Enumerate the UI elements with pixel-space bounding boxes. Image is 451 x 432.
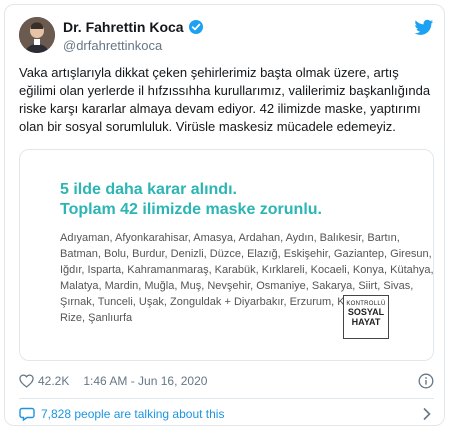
kontrollu-sosyal-hayat-logo: KONTROLLÜ SOSYAL HAYAT — [343, 295, 389, 339]
conversation-link[interactable]: 7,828 people are talking about this — [19, 403, 434, 425]
divider — [19, 398, 434, 399]
province-line: Şırnak, Tunceli, Uşak, Zonguldak + Diyar… — [60, 296, 377, 308]
comment-bubble-icon — [19, 406, 35, 422]
author-handle[interactable]: @drfahrettinkoca — [63, 38, 162, 53]
avatar[interactable] — [19, 17, 55, 53]
tweet-timestamp[interactable]: 1:46 AM - Jun 16, 2020 — [83, 374, 207, 388]
talking-count-text: 7,828 people are talking about this — [41, 407, 225, 421]
chevron-right-icon — [422, 407, 432, 421]
logo-line-2: SOSYAL — [347, 307, 385, 317]
tweet-header: Dr. Fahrettin Koca @drfahrettinkoca — [19, 17, 434, 57]
province-list: Adıyaman, Afyonkarahisar, Amasya, Ardaha… — [60, 230, 434, 326]
tweet-card: Dr. Fahrettin Koca @drfahrettinkoca Vaka… — [4, 4, 445, 426]
tweet-media-image[interactable]: 5 ilde daha karar alındı. Toplam 42 ilim… — [19, 149, 434, 361]
province-line: Rize, Şanlıurfa — [60, 312, 133, 324]
media-headline-line-2: Toplam 42 ilimizde maske zorunlu. — [60, 201, 322, 218]
tweet-text: Vaka artışlarıyla dikkat çeken şehirleri… — [19, 65, 431, 134]
province-line: Batman, Bolu, Burdur, Denizli, Düzce, El… — [60, 248, 432, 260]
heart-icon[interactable] — [19, 374, 34, 388]
like-count[interactable]: 42.2K — [38, 374, 69, 388]
province-line: Malatya, Mardin, Muğla, Muş, Nevşehir, O… — [60, 280, 414, 292]
province-line: Adıyaman, Afyonkarahisar, Amasya, Ardaha… — [60, 232, 400, 244]
media-headline-line-1: 5 ilde daha karar alındı. — [60, 181, 237, 198]
verified-badge-icon — [188, 19, 204, 35]
province-line: Iğdır, Isparta, Kahramanmaraş, Karabük, … — [60, 264, 434, 276]
tweet-actions: 42.2K 1:46 AM - Jun 16, 2020 — [19, 370, 434, 392]
logo-line-3: HAYAT — [351, 317, 381, 327]
info-icon[interactable] — [418, 373, 434, 389]
author-name[interactable]: Dr. Fahrettin Koca — [63, 19, 184, 35]
twitter-bird-icon[interactable] — [414, 19, 434, 37]
media-headline: 5 ilde daha karar alındı. Toplam 42 ilim… — [60, 180, 322, 220]
